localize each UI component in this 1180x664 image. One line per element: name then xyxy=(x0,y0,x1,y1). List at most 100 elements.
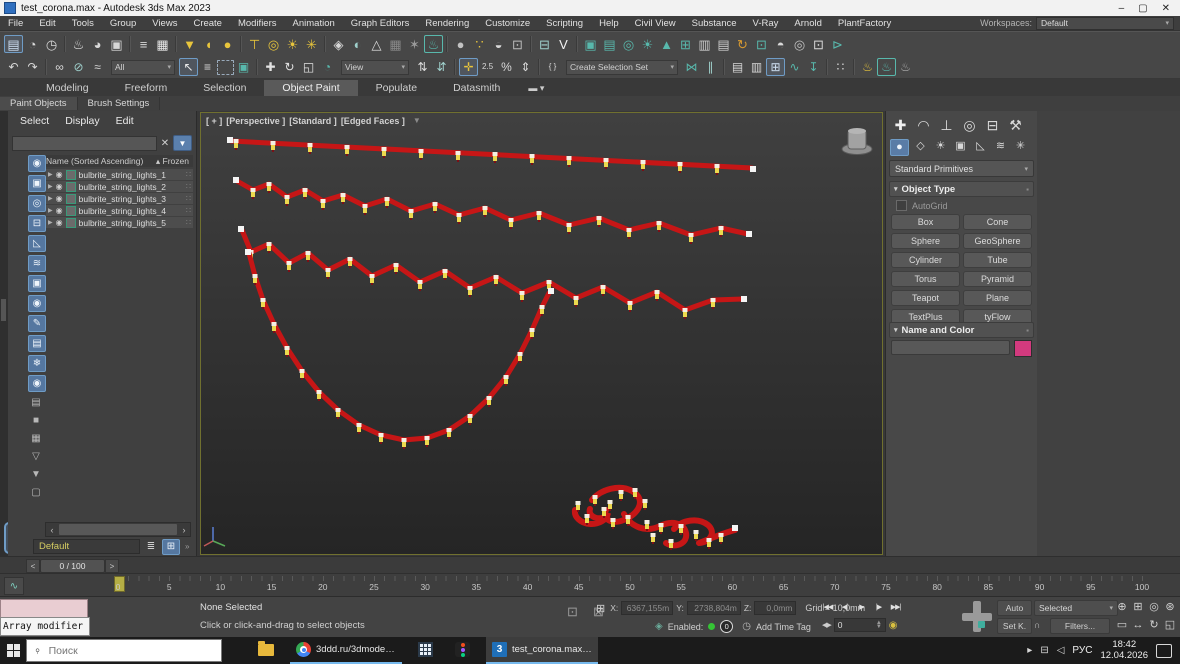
explorer-grid-icon[interactable]: ⊞ xyxy=(766,58,785,76)
menu-item-modifiers[interactable]: Modifiers xyxy=(230,18,285,29)
minimize-button[interactable]: – xyxy=(1119,3,1125,14)
rect-selection-region-icon[interactable] xyxy=(217,60,234,75)
taskbar-app-file-explorer[interactable] xyxy=(252,637,280,664)
scale-icon[interactable]: ◱ xyxy=(299,58,318,76)
placement-icon[interactable]: ◔ xyxy=(318,58,337,76)
pan-icon[interactable]: ↔ xyxy=(1130,617,1146,634)
vray-icon[interactable]: V xyxy=(554,35,573,53)
keyable-icon[interactable]: ∩ xyxy=(1034,620,1040,630)
bulb-light-icon[interactable]: ◎ xyxy=(264,35,283,53)
palette2-icon[interactable]: ◓ xyxy=(771,35,790,53)
display-objects-icon[interactable]: ■ xyxy=(28,413,44,428)
zoom-extents-all-icon[interactable]: ⊛ xyxy=(1162,599,1178,616)
display-shapes-icon[interactable]: ◉ xyxy=(28,295,46,312)
zoom-region-icon[interactable]: ▭ xyxy=(1114,617,1130,634)
spinner-snap-icon[interactable]: ⇕ xyxy=(516,58,535,76)
visibility-eye-icon[interactable]: ◉ xyxy=(56,194,63,203)
display-bones-icon[interactable]: ✎ xyxy=(28,315,46,332)
layers-view-button[interactable]: ≣ xyxy=(143,540,159,554)
use-center-icon[interactable]: ⇵ xyxy=(432,58,451,76)
notification-center-icon[interactable] xyxy=(1156,644,1172,658)
object-name[interactable]: bulbrite_string_lights_3 xyxy=(79,194,166,204)
explorer-menu-select[interactable]: Select xyxy=(20,115,49,127)
camera-clapper-icon[interactable]: ▦ xyxy=(153,35,172,53)
hierarchy-view-button[interactable]: ⊞ xyxy=(162,539,180,555)
expand-arrow-icon[interactable]: ▶ xyxy=(48,183,53,190)
forest-icon[interactable]: ▥ xyxy=(695,35,714,53)
object-name[interactable]: bulbrite_string_lights_4 xyxy=(79,206,166,216)
key-mode-icon[interactable]: ◉ xyxy=(889,620,898,631)
camera-add-icon[interactable]: ▤ xyxy=(600,35,619,53)
window-crossing-icon[interactable]: ▣ xyxy=(234,58,253,76)
display-geometry-icon[interactable]: ▣ xyxy=(28,275,46,292)
viewport-pov-menu[interactable]: [Perspective ] xyxy=(226,116,285,126)
tab-populate[interactable]: Populate xyxy=(358,80,435,96)
explorer-row[interactable]: ▶◉bulbrite_string_lights_5∷ xyxy=(46,217,193,228)
maximize-button[interactable]: ▢ xyxy=(1138,3,1147,14)
tab-selection[interactable]: Selection xyxy=(185,80,264,96)
taskbar-search-box[interactable]: ⌕ xyxy=(26,639,222,662)
systems-category-icon[interactable]: ✳ xyxy=(1012,139,1029,154)
taskbar-app-3dsmax-app[interactable]: 3test_corona.max - A... xyxy=(486,637,598,664)
object-name[interactable]: bulbrite_string_lights_1 xyxy=(79,170,166,180)
keyboard-override-icon[interactable]: { } xyxy=(543,58,562,76)
umbrella-light-icon[interactable]: ⊤ xyxy=(245,35,264,53)
key-filters-selected-dropdown[interactable]: Selected ▾ xyxy=(1034,600,1118,616)
z-coordinate-field[interactable]: 0,0mm xyxy=(754,601,796,615)
display-layers-icon[interactable]: ▣ xyxy=(28,175,46,192)
tab-modeling[interactable]: Modeling xyxy=(28,80,107,96)
select-and-link-icon[interactable]: ∞ xyxy=(50,58,69,76)
zoom-extents-icon[interactable]: ◎ xyxy=(1146,599,1162,616)
orbit-icon[interactable]: ↻ xyxy=(1146,617,1162,634)
hierarchy-tab-icon[interactable]: ⊥ xyxy=(938,116,955,134)
object-color-swatch[interactable] xyxy=(1014,340,1032,357)
key-filters-button[interactable]: Filters... xyxy=(1050,618,1110,634)
unlink-selection-icon[interactable]: ⊘ xyxy=(69,58,88,76)
clear-search-icon[interactable]: ✕ xyxy=(159,138,171,149)
cameras-category-icon[interactable]: ▣ xyxy=(952,139,969,154)
doc-swap-icon[interactable]: ⊞ xyxy=(676,35,695,53)
menu-item-rendering[interactable]: Rendering xyxy=(417,18,477,29)
object-name[interactable]: bulbrite_string_lights_5 xyxy=(79,218,166,228)
helpers-category-icon[interactable]: ◺ xyxy=(972,139,989,154)
menu-item-v-ray[interactable]: V-Ray xyxy=(745,18,787,29)
display-all-icon[interactable]: ◉ xyxy=(28,155,46,172)
visibility-eye-icon[interactable]: ◉ xyxy=(56,218,63,227)
next-frame-icon[interactable]: |▶ xyxy=(871,600,886,614)
reference-coordsys-dropdown[interactable]: View▾ xyxy=(341,60,409,75)
menu-item-file[interactable]: File xyxy=(0,18,31,29)
timer-icon[interactable]: ◷ xyxy=(42,35,61,53)
open-file-icon[interactable]: ▤ xyxy=(4,35,23,53)
time-slider-field[interactable]: 0 / 100 xyxy=(40,559,105,573)
scene-explorer-toggle-icon[interactable]: ▤ xyxy=(728,58,747,76)
timeline-ruler[interactable]: 0510152025303540455055606570758085909510… xyxy=(30,574,1175,597)
string-end-vertex[interactable] xyxy=(741,296,747,302)
utilities-tab-icon[interactable]: ⚒ xyxy=(1007,116,1024,134)
expand-arrow-icon[interactable]: ▶ xyxy=(48,207,53,214)
funnel-icon[interactable]: ▼ xyxy=(413,116,421,126)
scrollbar-thumb[interactable] xyxy=(59,524,177,535)
string-end-vertex[interactable] xyxy=(227,137,233,143)
monitor-box-icon[interactable]: ⊡ xyxy=(809,35,828,53)
doc-tree-icon[interactable]: ▤ xyxy=(714,35,733,53)
absolute-mode-icon[interactable]: ⊞ xyxy=(596,602,605,615)
pie-sphere-icon[interactable]: ◐ xyxy=(348,35,367,53)
lights-category-icon[interactable]: ☀ xyxy=(932,139,949,154)
layer-explorer-toggle-icon[interactable]: ▥ xyxy=(747,58,766,76)
zoom-all-icon[interactable]: ⊞ xyxy=(1130,599,1146,616)
object-name-field[interactable] xyxy=(891,340,1010,355)
menu-item-customize[interactable]: Customize xyxy=(477,18,538,29)
menu-item-civil-view[interactable]: Civil View xyxy=(627,18,684,29)
cone-button[interactable]: Cone xyxy=(963,214,1032,230)
display-helpers-icon[interactable]: ◺ xyxy=(28,235,46,252)
plane-button[interactable]: Plane xyxy=(963,290,1032,306)
torus-button[interactable]: Torus xyxy=(891,271,960,287)
object-type-rollout[interactable]: ▾ Object Type ▪ xyxy=(889,181,1034,197)
search-input[interactable] xyxy=(47,644,171,658)
menu-item-arnold[interactable]: Arnold xyxy=(786,18,829,29)
tube-button[interactable]: Tube xyxy=(963,252,1032,268)
string-end-vertex[interactable] xyxy=(732,525,738,531)
schematic-view-icon[interactable]: ↧ xyxy=(804,58,823,76)
string-end-vertex[interactable] xyxy=(750,166,756,172)
go-to-end-icon[interactable]: ▶▶| xyxy=(888,600,903,614)
